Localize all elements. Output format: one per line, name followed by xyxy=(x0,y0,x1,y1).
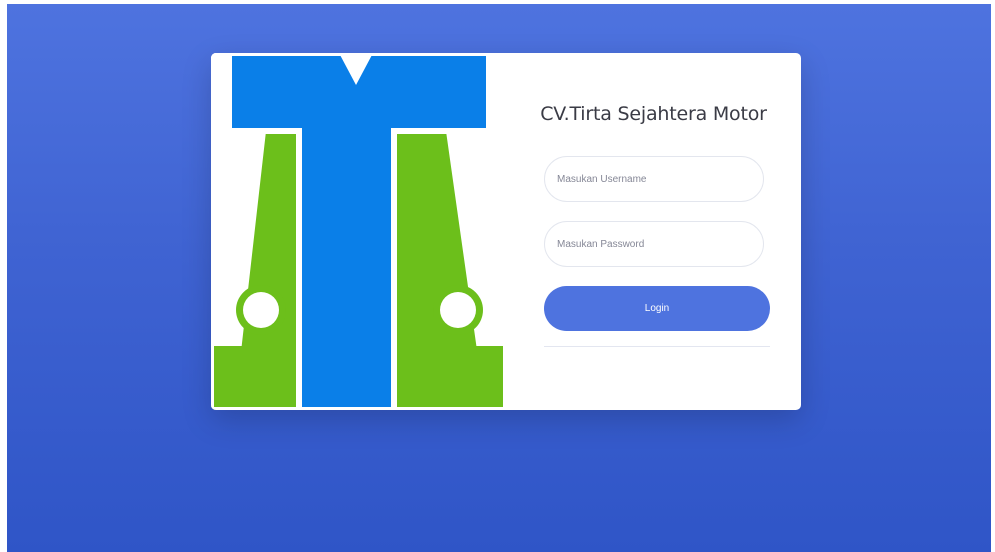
login-card: CV.Tirta Sejahtera Motor Login xyxy=(211,53,801,410)
page-background: CV.Tirta Sejahtera Motor Login xyxy=(7,4,991,552)
username-input[interactable] xyxy=(544,156,764,202)
login-button[interactable]: Login xyxy=(544,286,770,331)
brand-title: CV.Tirta Sejahtera Motor xyxy=(540,103,767,125)
form-divider xyxy=(544,346,770,347)
company-logo xyxy=(211,53,506,410)
logo-panel xyxy=(211,53,506,410)
password-input[interactable] xyxy=(544,221,764,267)
login-form-panel: CV.Tirta Sejahtera Motor Login xyxy=(506,53,801,410)
